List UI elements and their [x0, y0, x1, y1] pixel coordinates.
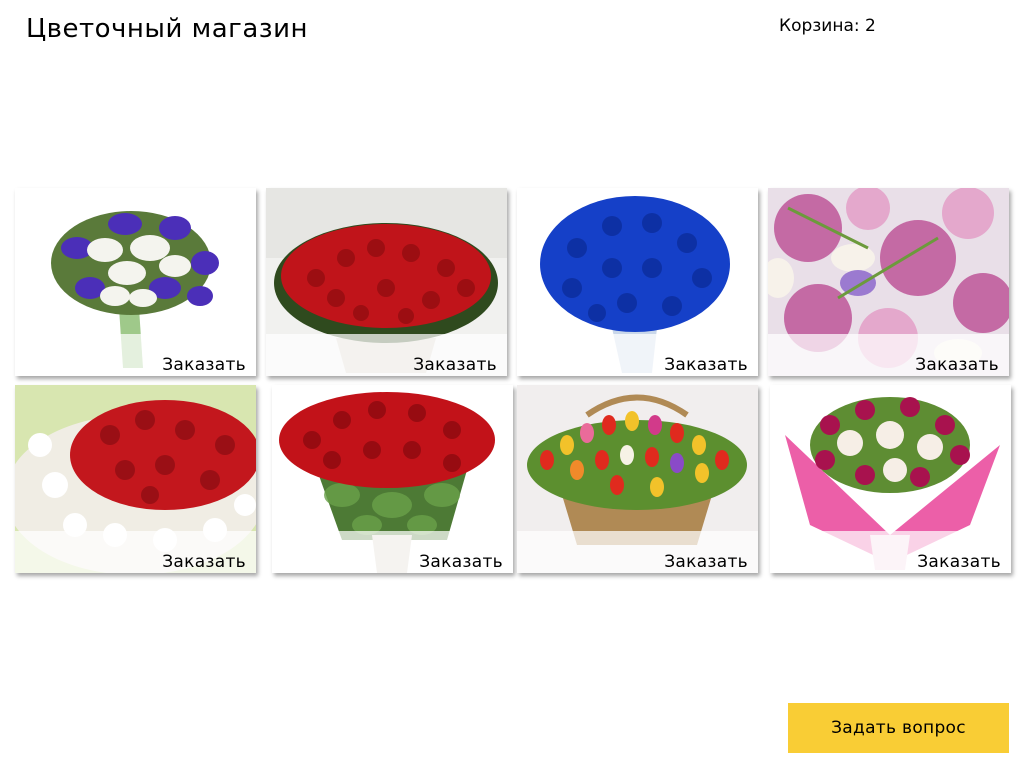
product-card[interactable]: Заказать — [15, 385, 256, 573]
product-grid: Заказать Заказать Заказать Заказать Зака… — [15, 188, 1015, 578]
page: Цветочный магазин Корзина: 2 Заказать За… — [0, 0, 1024, 768]
order-button[interactable]: Заказать — [664, 355, 748, 375]
order-button[interactable]: Заказать — [915, 355, 999, 375]
product-card[interactable]: Заказать — [266, 188, 507, 376]
order-button[interactable]: Заказать — [664, 552, 748, 572]
product-card[interactable]: Заказать — [272, 385, 513, 573]
order-button[interactable]: Заказать — [419, 552, 503, 572]
order-button[interactable]: Заказать — [917, 552, 1001, 572]
shop-title: Цветочный магазин — [26, 14, 308, 44]
product-card[interactable]: Заказать — [517, 188, 758, 376]
product-card[interactable]: Заказать — [15, 188, 256, 376]
order-button[interactable]: Заказать — [413, 355, 497, 375]
cart-counter[interactable]: Корзина: 2 — [779, 16, 876, 36]
ask-question-button[interactable]: Задать вопрос — [788, 703, 1009, 753]
product-card[interactable]: Заказать — [517, 385, 758, 573]
product-card[interactable]: Заказать — [770, 385, 1011, 573]
product-card[interactable]: Заказать — [768, 188, 1009, 376]
order-button[interactable]: Заказать — [162, 355, 246, 375]
order-button[interactable]: Заказать — [162, 552, 246, 572]
